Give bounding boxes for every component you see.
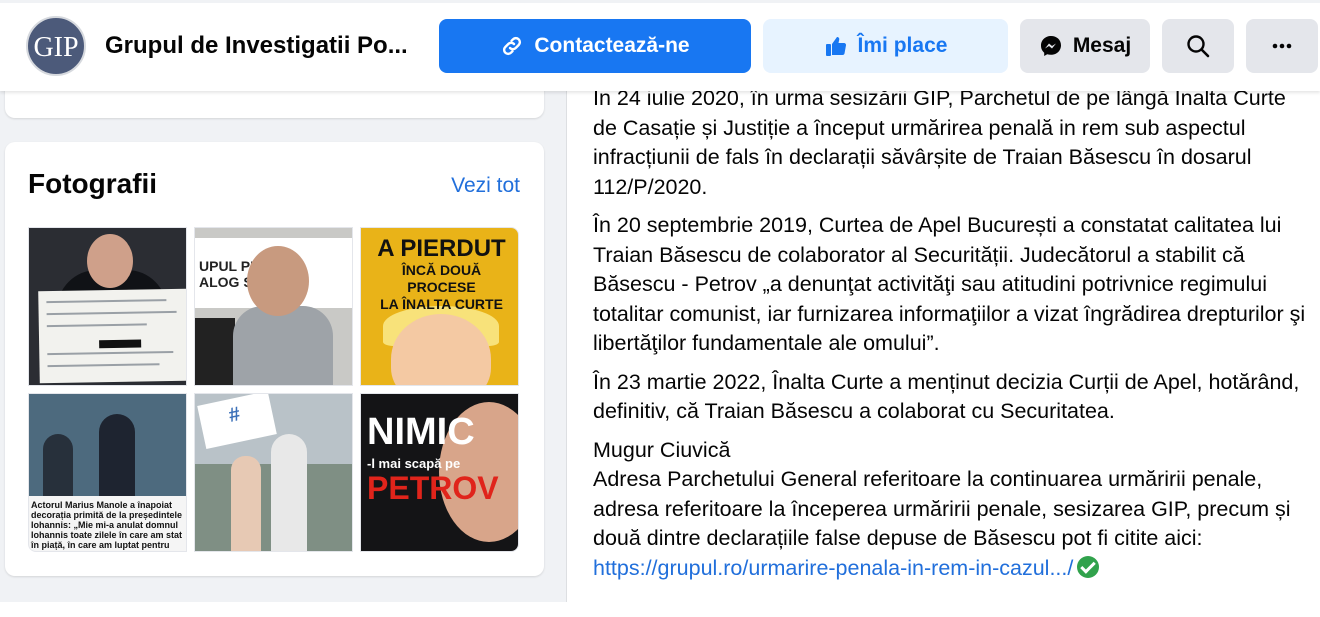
page-header: GIP Grupul de Investigatii Po... Contact… — [0, 0, 1320, 91]
photo-caption-line3: LA ÎNALTA CURTE — [380, 296, 503, 312]
photo-tile-4[interactable]: Actorul Marius Manole a înapoiat decoraț… — [28, 393, 187, 552]
photo-grid: UPUL PENTRU ALOG SOCIAL A PIERDUT ÎNCĂ D… — [28, 227, 519, 554]
photo-caption: Actorul Marius Manole a înapoiat decoraț… — [31, 500, 183, 551]
search-icon — [1187, 35, 1210, 58]
contact-button-label: Contactează-ne — [534, 34, 690, 57]
photo-caption-line2: -l mai scapă pe — [367, 456, 461, 471]
link-icon — [503, 36, 522, 56]
post-paragraph: În 20 septembrie 2019, Curtea de Apel Bu… — [593, 213, 1306, 355]
photo-subject-body — [233, 306, 333, 385]
message-button-label: Mesaj — [1072, 34, 1132, 57]
post-paragraph: În 24 iulie 2020, în urma sesizării GIP,… — [593, 86, 1286, 199]
photo-caption-line1: A PIERDUT — [377, 235, 506, 262]
photo-document — [38, 288, 186, 384]
photo-caption-line3: PETROV — [367, 470, 499, 506]
post-closing: Adresa Parchetului General referitoare l… — [593, 467, 1291, 550]
bottom-strip — [0, 602, 1320, 617]
photo-scene — [29, 394, 186, 496]
left-column: Fotografii Vezi tot UPUL PENTRU ALOG SOC… — [0, 0, 566, 617]
search-button[interactable] — [1162, 19, 1234, 73]
photo-tile-5[interactable]: # — [194, 393, 353, 552]
see-all-photos-link[interactable]: Vezi tot — [451, 174, 520, 198]
photo-subject — [271, 434, 307, 551]
post-author: Mugur Ciuvică — [593, 437, 731, 462]
page-avatar[interactable]: GIP — [26, 16, 86, 76]
more-icon — [1272, 43, 1292, 49]
post-link[interactable]: https://grupul.ro/urmarire-penala-in-rem… — [593, 556, 1073, 580]
post-link-row: https://grupul.ro/urmarire-penala-in-rem… — [593, 554, 1313, 584]
page-name[interactable]: Grupul de Investigatii Po... — [105, 32, 408, 60]
like-button[interactable]: Îmi place — [763, 19, 1008, 73]
photo-subject-head — [87, 234, 133, 288]
photo-tile-1[interactable] — [28, 227, 187, 386]
post-paragraph: În 23 martie 2022, Înalta Curte a mențin… — [593, 369, 1300, 424]
photo-tile-2[interactable]: UPUL PENTRU ALOG SOCIAL — [194, 227, 353, 386]
photo-caption: A PIERDUT ÎNCĂ DOUĂ PROCESE LA ÎNALTA CU… — [369, 236, 514, 313]
photo-tile-6[interactable]: NIMIC -l mai scapă pe PETROV — [360, 393, 519, 552]
photo-subject-head — [247, 246, 309, 316]
like-button-label: Îmi place — [857, 34, 948, 57]
photos-card: Fotografii Vezi tot UPUL PENTRU ALOG SOC… — [5, 142, 544, 576]
photo-caption-line2: ÎNCĂ DOUĂ PROCESE — [401, 262, 482, 295]
message-button[interactable]: Mesaj — [1020, 19, 1150, 73]
contact-button[interactable]: Contactează-ne — [439, 19, 751, 73]
post-body: În 24 iulie 2020, în urma sesizării GIP,… — [593, 84, 1313, 583]
messenger-icon — [1040, 36, 1061, 56]
more-options-button[interactable] — [1246, 19, 1318, 73]
thumbs-up-icon — [825, 37, 846, 56]
photo-caption: NIMIC — [367, 411, 475, 453]
photos-title: Fotografii — [28, 168, 158, 199]
photo-tile-3[interactable]: A PIERDUT ÎNCĂ DOUĂ PROCESE LA ÎNALTA CU… — [360, 227, 519, 386]
check-icon — [1077, 555, 1100, 578]
